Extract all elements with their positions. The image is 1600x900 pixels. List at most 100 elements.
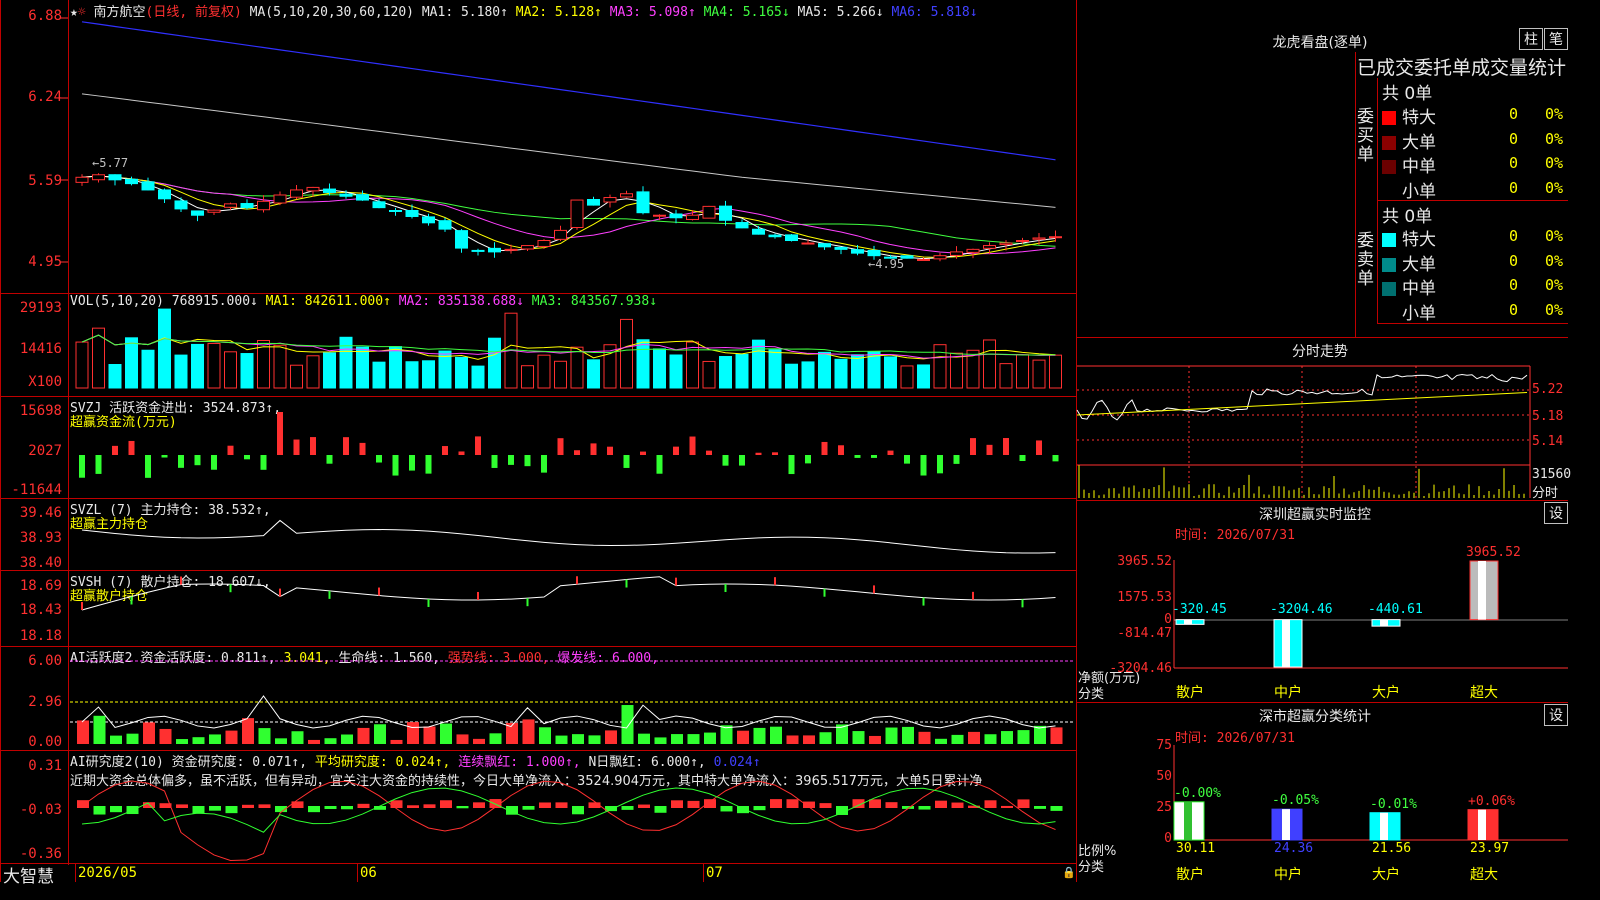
volume-bar (636, 339, 650, 389)
svzj-bar (244, 455, 250, 460)
ai-research-bar (423, 804, 436, 808)
svzj-bar (458, 451, 465, 455)
svzj-bar (739, 455, 745, 466)
volume-bar (306, 355, 320, 389)
volume-bar (768, 349, 782, 389)
ai-research-bar (440, 800, 452, 808)
volume-bar (1016, 354, 1029, 389)
ai-research-bar (258, 804, 271, 808)
ai-research-bar (671, 800, 683, 808)
ai-research-bar (522, 806, 535, 810)
ai-activity-bar (308, 739, 320, 744)
svzj-bar (788, 455, 795, 475)
svzj-bar (904, 455, 910, 464)
chart-canvas[interactable]: ←5.77 ←4.95 (0, 0, 1568, 882)
ai-research-bar (885, 802, 898, 808)
candle-body (240, 203, 254, 209)
ai-research-bar (918, 806, 931, 810)
volume-bar (587, 359, 600, 389)
candle-body (191, 210, 204, 216)
volume-bar (818, 351, 831, 389)
candle-body (818, 243, 831, 248)
candle-body (735, 222, 749, 229)
candle-body (620, 193, 633, 198)
svzj-bar (293, 439, 300, 455)
volume-bar (224, 351, 237, 389)
volume-bar (389, 346, 402, 389)
svzj-bar (310, 437, 316, 455)
svsh-line (81, 576, 1056, 611)
volume-bar (669, 354, 683, 389)
ai-research-bar (242, 804, 254, 808)
candle-body (768, 234, 782, 238)
svzj-bar (442, 446, 448, 455)
volume-bar (191, 343, 204, 389)
candle-body (455, 230, 468, 249)
candle-body (950, 251, 963, 256)
svzj-bar (623, 455, 630, 468)
volume-bar (752, 339, 765, 389)
volume-bar (686, 341, 699, 389)
ai-research-bar (93, 806, 106, 815)
svzj-bar (689, 436, 696, 455)
ai-activity-bar (918, 731, 931, 744)
candle-body (1016, 240, 1029, 243)
ai-research-bar (654, 806, 667, 813)
ma3-line (81, 175, 1056, 255)
svzj-bar (1003, 438, 1009, 455)
candle-body (207, 209, 221, 213)
svzj-bar (508, 455, 514, 465)
volume-bar (356, 346, 369, 389)
ai-activity-bar (605, 730, 617, 744)
ai-activity-line (81, 695, 1056, 729)
svzj-bar (524, 455, 531, 467)
svzj-bar (194, 455, 201, 466)
ai-activity-bar (803, 735, 815, 744)
svzj-bar (557, 438, 564, 455)
ai-research-bar (753, 806, 766, 811)
ai-activity-bar (638, 733, 650, 744)
ai-activity-bar (654, 737, 667, 744)
candle-body (669, 213, 683, 219)
volume-bar (884, 356, 897, 389)
volume-bar (372, 361, 386, 389)
svzj-bar (277, 412, 283, 455)
candle-body (323, 188, 336, 193)
ai-activity-bar (275, 738, 287, 744)
ai-research-bar (539, 802, 551, 808)
ai-activity-bar (341, 734, 353, 744)
candle-body (702, 205, 716, 219)
candle-body (339, 193, 353, 197)
volume-bar (702, 360, 716, 389)
volume-bar (521, 365, 534, 389)
ai-activity-bar (440, 723, 452, 744)
candle-body (1049, 236, 1062, 239)
svzj-bar (376, 455, 382, 463)
candle-body (405, 210, 419, 217)
candle-body (603, 197, 617, 203)
ai-research-bar (456, 806, 469, 809)
svzj-bar (772, 452, 778, 455)
ai-activity-bar (357, 727, 370, 744)
volume-bar (488, 337, 501, 389)
ai-activity-bar (819, 732, 832, 744)
ai-activity-bar (737, 730, 749, 744)
svzj-bar (656, 455, 663, 474)
ai-activity-bar (1001, 731, 1013, 744)
volume-bar (240, 353, 254, 389)
ai-research-bar (225, 806, 238, 814)
ai-activity-bar (390, 739, 403, 744)
sz-class-bar-highlight (1478, 809, 1486, 840)
volume-bar (290, 364, 303, 389)
ma5-line (81, 93, 1056, 208)
candle-body (504, 248, 518, 251)
ai-activity-bar (159, 728, 172, 744)
price-high-annotation: ←5.77 (92, 156, 128, 170)
svzj-bar (161, 455, 168, 458)
volume-bar (983, 339, 996, 389)
volume-bar (554, 360, 567, 389)
volume-bar (323, 352, 336, 389)
ai-activity-bar (588, 735, 601, 744)
ai-activity-bar (621, 705, 634, 744)
candle-body (983, 245, 996, 249)
